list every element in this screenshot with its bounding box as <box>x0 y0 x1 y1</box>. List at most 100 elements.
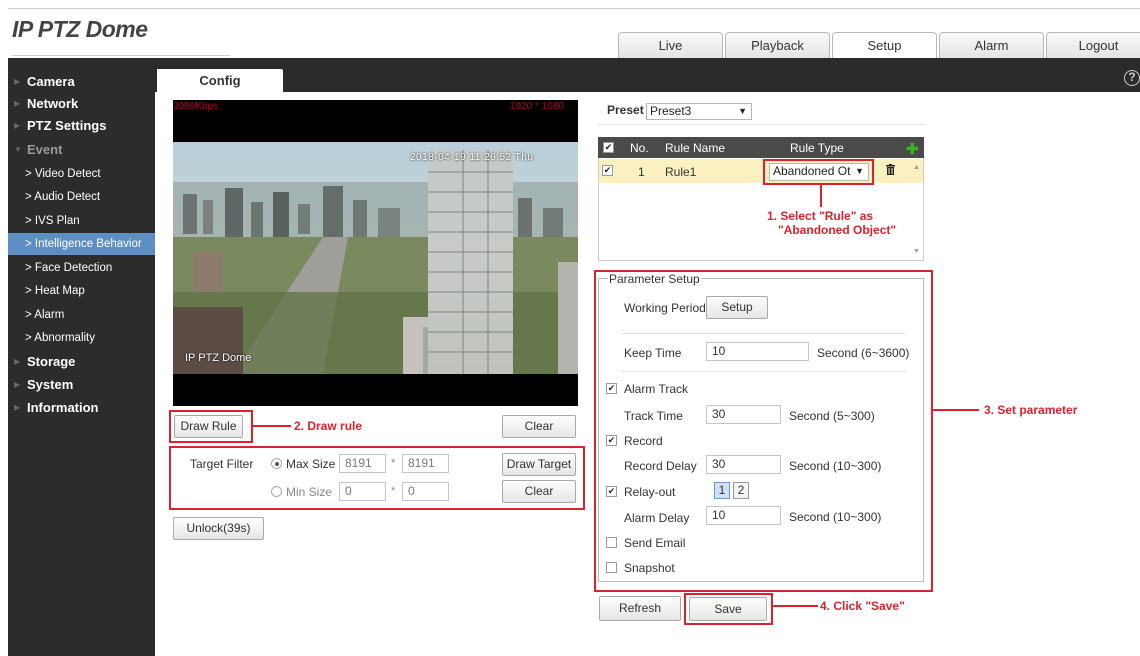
sidebar-item-heat-map[interactable]: > Heat Map <box>8 280 155 302</box>
size-separator: * <box>391 485 396 497</box>
alarm-delay-unit: Second (10~300) <box>789 510 882 524</box>
send-email-checkbox[interactable] <box>606 537 617 548</box>
row-checkbox[interactable]: ✔ <box>602 165 613 176</box>
scroll-up-icon[interactable]: ▲ <box>913 164 920 171</box>
unlock-button[interactable]: Unlock(39s) <box>173 517 264 540</box>
preset-select[interactable]: Preset3 ▼ <box>646 103 752 120</box>
annotation-line <box>253 425 291 427</box>
relay-out-checkbox[interactable]: ✔ <box>606 486 617 497</box>
tab-logout[interactable]: Logout <box>1046 32 1140 59</box>
divider <box>598 124 924 125</box>
triangle-right-icon: ▶ <box>14 403 21 412</box>
min-size-label: Min Size <box>286 485 333 499</box>
chevron-down-icon: ▼ <box>855 166 864 176</box>
sidebar-item-network[interactable]: ▶ Network <box>8 93 155 115</box>
annotation-select-rule-line1: 1. Select "Rule" as <box>767 209 874 223</box>
row-number: 1 <box>638 165 645 179</box>
save-button[interactable]: Save <box>689 597 767 621</box>
relay-1-button[interactable]: 1 <box>714 482 730 499</box>
sidebar-item-event[interactable]: ▼ Event <box>8 139 155 161</box>
min-height-input[interactable]: 0 <box>402 482 449 501</box>
annotation-click-save: 4. Click "Save" <box>820 599 905 613</box>
sidebar-item-label: PTZ Settings <box>27 118 107 133</box>
preset-select-value: Preset3 <box>650 104 692 118</box>
video-resolution: 1920 * 1080 <box>510 101 564 112</box>
sidebar-item-intelligence-behavior[interactable]: > Intelligence Behavior <box>8 233 155 255</box>
sidebar-item-video-detect[interactable]: > Video Detect <box>8 163 155 185</box>
track-time-input[interactable]: 30 <box>706 405 781 424</box>
keep-time-label: Keep Time <box>624 346 682 360</box>
sidebar-item-alarm[interactable]: > Alarm <box>8 304 155 326</box>
sidebar-item-system[interactable]: ▶ System <box>8 374 155 396</box>
column-header-rule-name: Rule Name <box>665 141 726 155</box>
triangle-down-icon: ▼ <box>14 145 22 154</box>
scroll-down-icon[interactable]: ▼ <box>913 248 920 255</box>
column-header-rule-type: Rule Type <box>790 141 844 155</box>
app-root: IP PTZ Dome Live Playback Setup Alarm Lo… <box>0 0 1140 656</box>
sidebar-item-label: Event <box>27 142 63 157</box>
sidebar-item-camera[interactable]: ▶ Camera <box>8 71 155 93</box>
trash-icon[interactable] <box>886 164 895 175</box>
clear-target-button[interactable]: Clear <box>502 480 576 503</box>
record-label: Record <box>624 434 663 448</box>
relay-2-button[interactable]: 2 <box>733 482 749 499</box>
relay-out-label: Relay-out <box>624 485 676 499</box>
min-size-radio[interactable] <box>271 486 282 497</box>
table-row[interactable]: ✔ 1 Rule1 <box>599 159 923 183</box>
divider <box>621 333 906 334</box>
video-camera-name: IP PTZ Dome <box>185 352 252 364</box>
sidebar-item-ptz-settings[interactable]: ▶ PTZ Settings <box>8 115 155 137</box>
record-delay-input[interactable]: 30 <box>706 455 781 474</box>
max-width-input[interactable]: 8191 <box>339 454 386 473</box>
tab-live[interactable]: Live <box>618 32 723 59</box>
camera-scene-image <box>173 142 578 374</box>
keep-time-input[interactable]: 10 <box>706 342 809 361</box>
rule-type-select[interactable]: Abandoned Ot ▼ <box>769 163 869 181</box>
working-period-label: Working Period <box>624 301 706 315</box>
working-period-setup-button[interactable]: Setup <box>706 296 768 319</box>
sidebar-item-face-detection[interactable]: > Face Detection <box>8 257 155 279</box>
snapshot-checkbox[interactable] <box>606 562 617 573</box>
sidebar-item-ivs-plan[interactable]: > IVS Plan <box>8 210 155 232</box>
draw-rule-button[interactable]: Draw Rule <box>174 415 243 438</box>
row-rule-name: Rule1 <box>665 165 697 179</box>
triangle-right-icon: ▶ <box>14 357 21 366</box>
clear-rule-button[interactable]: Clear <box>502 415 576 438</box>
rule-type-value: Abandoned Ot <box>773 164 851 178</box>
record-checkbox[interactable]: ✔ <box>606 435 617 446</box>
alarm-track-checkbox[interactable]: ✔ <box>606 383 617 394</box>
track-time-unit: Second (5~300) <box>789 409 875 423</box>
tab-alarm[interactable]: Alarm <box>939 32 1044 59</box>
tab-setup[interactable]: Setup <box>832 32 937 59</box>
triangle-right-icon: ▶ <box>14 121 21 130</box>
divider <box>621 371 906 372</box>
refresh-button[interactable]: Refresh <box>599 596 681 621</box>
record-delay-label: Record Delay <box>624 459 697 473</box>
add-rule-icon[interactable]: ✚ <box>906 140 919 158</box>
header: IP PTZ Dome Live Playback Setup Alarm Lo… <box>8 8 1140 59</box>
draw-target-button[interactable]: Draw Target <box>502 453 576 476</box>
sidebar-item-audio-detect[interactable]: > Audio Detect <box>8 186 155 208</box>
alarm-track-label: Alarm Track <box>624 382 689 396</box>
sidebar-item-label: Storage <box>27 354 76 369</box>
video-timestamp: 2018-04-19 11:26:52 Thu <box>410 152 534 163</box>
tab-playback[interactable]: Playback <box>725 32 830 59</box>
min-width-input[interactable]: 0 <box>339 482 386 501</box>
annotation-draw-rule: 2. Draw rule <box>294 419 363 433</box>
help-icon[interactable]: ? <box>1124 70 1140 86</box>
send-email-label: Send Email <box>624 536 686 550</box>
sidebar-item-label: Information <box>27 400 99 415</box>
max-size-radio[interactable] <box>271 458 282 469</box>
tab-config[interactable]: Config <box>157 69 283 93</box>
config-tab-bar <box>155 69 1140 92</box>
alarm-delay-input[interactable]: 10 <box>706 506 781 525</box>
rule-table-header: ✔ No. Rule Name Rule Type <box>598 137 924 158</box>
record-delay-unit: Second (10~300) <box>789 459 882 473</box>
annotation-line <box>933 409 979 411</box>
sidebar-item-information[interactable]: ▶ Information <box>8 397 155 419</box>
sidebar-item-storage[interactable]: ▶ Storage <box>8 351 155 373</box>
max-size-label: Max Size <box>286 457 336 471</box>
select-all-checkbox[interactable]: ✔ <box>603 142 614 153</box>
sidebar-item-abnormality[interactable]: > Abnormality <box>8 327 155 349</box>
max-height-input[interactable]: 8191 <box>402 454 449 473</box>
